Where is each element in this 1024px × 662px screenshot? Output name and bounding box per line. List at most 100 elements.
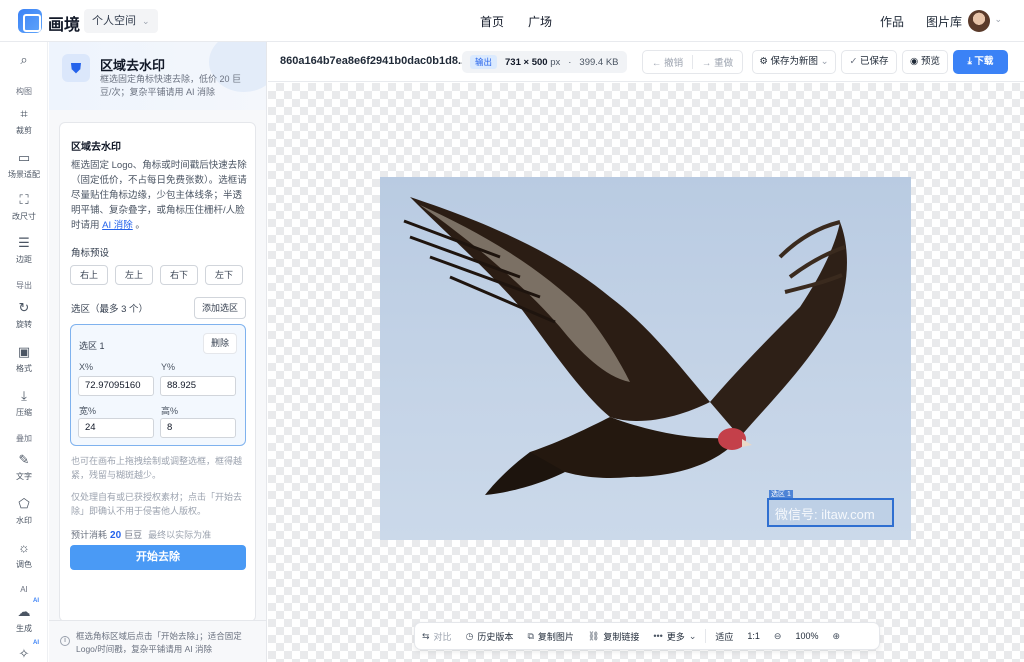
y-label: Y% xyxy=(161,362,176,372)
rail-search[interactable]: ⌕ xyxy=(0,52,48,71)
space-selector-label: 个人空间 xyxy=(92,15,136,27)
preset-top-right[interactable]: 右上 xyxy=(70,265,109,285)
redo-button[interactable]: → 重做 xyxy=(693,55,742,69)
rail-scene-fit[interactable]: ▭ 场景适配 xyxy=(0,150,48,180)
image-icon: ▣ xyxy=(17,344,31,359)
preset-bottom-right[interactable]: 右下 xyxy=(160,265,199,285)
one-to-one-button[interactable]: 1:1 xyxy=(740,631,767,641)
rail-compress[interactable]: ⤓ 压缩 xyxy=(0,388,48,418)
nav-square[interactable]: 广场 xyxy=(528,13,552,30)
x-label: X% xyxy=(79,362,94,372)
cloud-upload-icon: ☁ xyxy=(17,604,31,619)
rail-label: 水印 xyxy=(16,516,32,525)
rail-crop[interactable]: ⌗ 裁剪 xyxy=(0,106,48,136)
nav-gallery[interactable]: 图片库 xyxy=(926,13,962,30)
link-icon: ⛓ xyxy=(587,630,600,641)
rail-label: 旋转 xyxy=(16,320,32,329)
more-button[interactable]: ••• 更多 ⌄ xyxy=(646,630,703,643)
zoom-level: 100% xyxy=(795,631,819,641)
preset-top-left[interactable]: 左上 xyxy=(115,265,154,285)
nav-home[interactable]: 首页 xyxy=(480,13,504,30)
more-icon: ••• xyxy=(653,631,663,641)
copy-image-button[interactable]: ⧉ 复制图片 xyxy=(520,630,580,643)
selection-tag: 选区 1 xyxy=(769,490,793,499)
ai-erase-link[interactable]: AI 消除 xyxy=(102,220,133,231)
rail-section-overlay: 叠加 xyxy=(16,434,32,443)
pen-icon: ✎ xyxy=(18,452,30,467)
saved-button[interactable]: ✓ 已保存 xyxy=(841,50,897,74)
zoom-out-button[interactable]: ⊖ xyxy=(767,631,789,642)
fit-button[interactable]: 适应 xyxy=(708,630,740,643)
vulture-photo[interactable]: 选区 1 微信号: iltaw.com xyxy=(380,177,911,540)
drag-hint: 也可在画布上拖拽绘制或调整选框，框得越紧，残留与糊斑越少。 xyxy=(71,456,243,480)
add-selection-button[interactable]: 添加选区 xyxy=(194,297,246,319)
preset-bottom-left[interactable]: 左下 xyxy=(205,265,244,285)
rail-format[interactable]: ▣ 格式 xyxy=(0,344,48,374)
delete-region-button[interactable]: 删除 xyxy=(203,333,237,354)
check-circle-icon: ✓ xyxy=(849,56,858,67)
cost-label: 预计消耗 xyxy=(71,530,108,540)
desc-text: 框选固定 Logo、角标或时间戳后快速去除（固定低价，不占每日免费张数）。选框请… xyxy=(71,160,247,231)
copy-link-button[interactable]: ⛓ 复制链接 xyxy=(581,630,646,643)
ai-badge: AI xyxy=(33,640,39,646)
tool-rail: ⌕ 构图 ⌗ 裁剪 ▭ 场景适配 ⛶ 改尺寸 ☰ 边距 导出 ↻ 旋转 ▣ 格式… xyxy=(0,42,48,662)
brand-name[interactable]: 画境 xyxy=(48,11,80,35)
rail-padding[interactable]: ☰ 边距 xyxy=(0,235,48,265)
rail-section-ai: AI xyxy=(20,585,28,594)
selection-box[interactable]: 选区 1 微信号: iltaw.com xyxy=(767,490,894,527)
zoom-in-button[interactable]: ⊕ xyxy=(825,631,847,642)
rail-ai-more[interactable]: AI ✧ xyxy=(0,640,48,662)
copyright-hint: 仅处理自有或已获授权素材；点击「开始去除」即确认不用于侵害他人版权。 xyxy=(71,492,243,516)
x-input[interactable]: 72.97095160 xyxy=(78,376,154,396)
rail-watermark[interactable]: ⬠ 水印 xyxy=(0,496,48,526)
history-icon: ◷ xyxy=(465,630,474,641)
chevron-down-icon: ⌄ xyxy=(142,16,150,26)
image-info: 输出 731 × 500 px · 399.4 KB xyxy=(462,51,627,73)
copy-icon: ⧉ xyxy=(527,630,534,641)
avatar[interactable] xyxy=(968,10,990,32)
rail-text[interactable]: ✎ 文字 xyxy=(0,452,48,482)
rail-rotate[interactable]: ↻ 旋转 xyxy=(0,300,48,330)
panel-subtitle: 框选固定角标快速去除，低价 20 巨豆/次；复杂平铺请用 AI 消除 xyxy=(100,74,242,97)
rail-generate[interactable]: AI ☁ 生成 xyxy=(0,598,48,634)
start-removal-button[interactable]: 开始去除 xyxy=(70,545,246,570)
history-button[interactable]: ◷ 历史版本 xyxy=(459,630,521,643)
selection-label: 选区（最多 3 个） xyxy=(71,304,149,315)
cost-value: 20 xyxy=(110,530,122,541)
canvas-area[interactable]: 选区 1 微信号: iltaw.com xyxy=(268,83,1024,662)
rail-label: 裁剪 xyxy=(16,126,32,135)
rail-section-export: 导出 xyxy=(16,281,32,290)
watermark-icon: ⬠ xyxy=(18,496,30,511)
editor-toolbar: 860a164b7ea8e6f2941b0dac0b1d8... 输出 731 … xyxy=(268,42,1024,82)
bottom-toolbar: ⇆ 对比 ◷ 历史版本 ⧉ 复制图片 ⛓ 复制链接 ••• 更多 ⌄ 适应 1:1 ⊖ 10… xyxy=(414,622,880,650)
rail-resize[interactable]: ⛶ 改尺寸 xyxy=(0,192,48,222)
download-icon: ⤓ xyxy=(21,388,27,403)
height-input[interactable]: 8 xyxy=(160,418,236,438)
space-selector[interactable]: 个人空间 ⌄ xyxy=(84,9,158,33)
logo-icon[interactable] xyxy=(18,9,42,33)
width-input[interactable]: 24 xyxy=(78,418,154,438)
preview-button[interactable]: ◉ 预览 xyxy=(902,50,948,74)
panel-footer: i 框选角标区域后点击「开始去除」；适合固定 Logo/时间戳，复杂平铺请用 A… xyxy=(49,620,266,662)
panel-header: ⛊ 区域去水印 框选固定角标快速去除，低价 20 巨豆/次；复杂平铺请用 AI … xyxy=(49,42,266,110)
monitor-icon: ▭ xyxy=(17,150,31,165)
nav-works[interactable]: 作品 xyxy=(880,13,904,30)
rail-label: 生成 xyxy=(16,624,32,633)
region-title: 选区 1 xyxy=(79,341,105,351)
download-button[interactable]: ⤓ 下载 xyxy=(953,50,1008,74)
search-icon: ⌕ xyxy=(20,52,28,67)
rail-label: 边距 xyxy=(16,255,32,264)
compare-button[interactable]: ⇆ 对比 xyxy=(415,630,459,643)
rail-label: 场景适配 xyxy=(8,170,40,179)
rail-label: 格式 xyxy=(16,364,32,373)
chevron-down-icon[interactable]: ⌄ xyxy=(994,14,1002,25)
rail-color[interactable]: ☼ 调色 xyxy=(0,540,48,570)
gear-icon: ⚙ xyxy=(759,56,768,67)
chevron-down-icon: ⌄ xyxy=(820,56,829,67)
user-stamp-icon: ⛊ xyxy=(62,54,90,82)
divider xyxy=(705,629,707,643)
save-as-new-button[interactable]: ⚙ 保存为新图 ⌄ xyxy=(752,50,836,74)
y-input[interactable]: 88.925 xyxy=(160,376,236,396)
output-badge: 输出 xyxy=(470,55,498,69)
undo-button[interactable]: ← 撤销 xyxy=(643,55,692,69)
